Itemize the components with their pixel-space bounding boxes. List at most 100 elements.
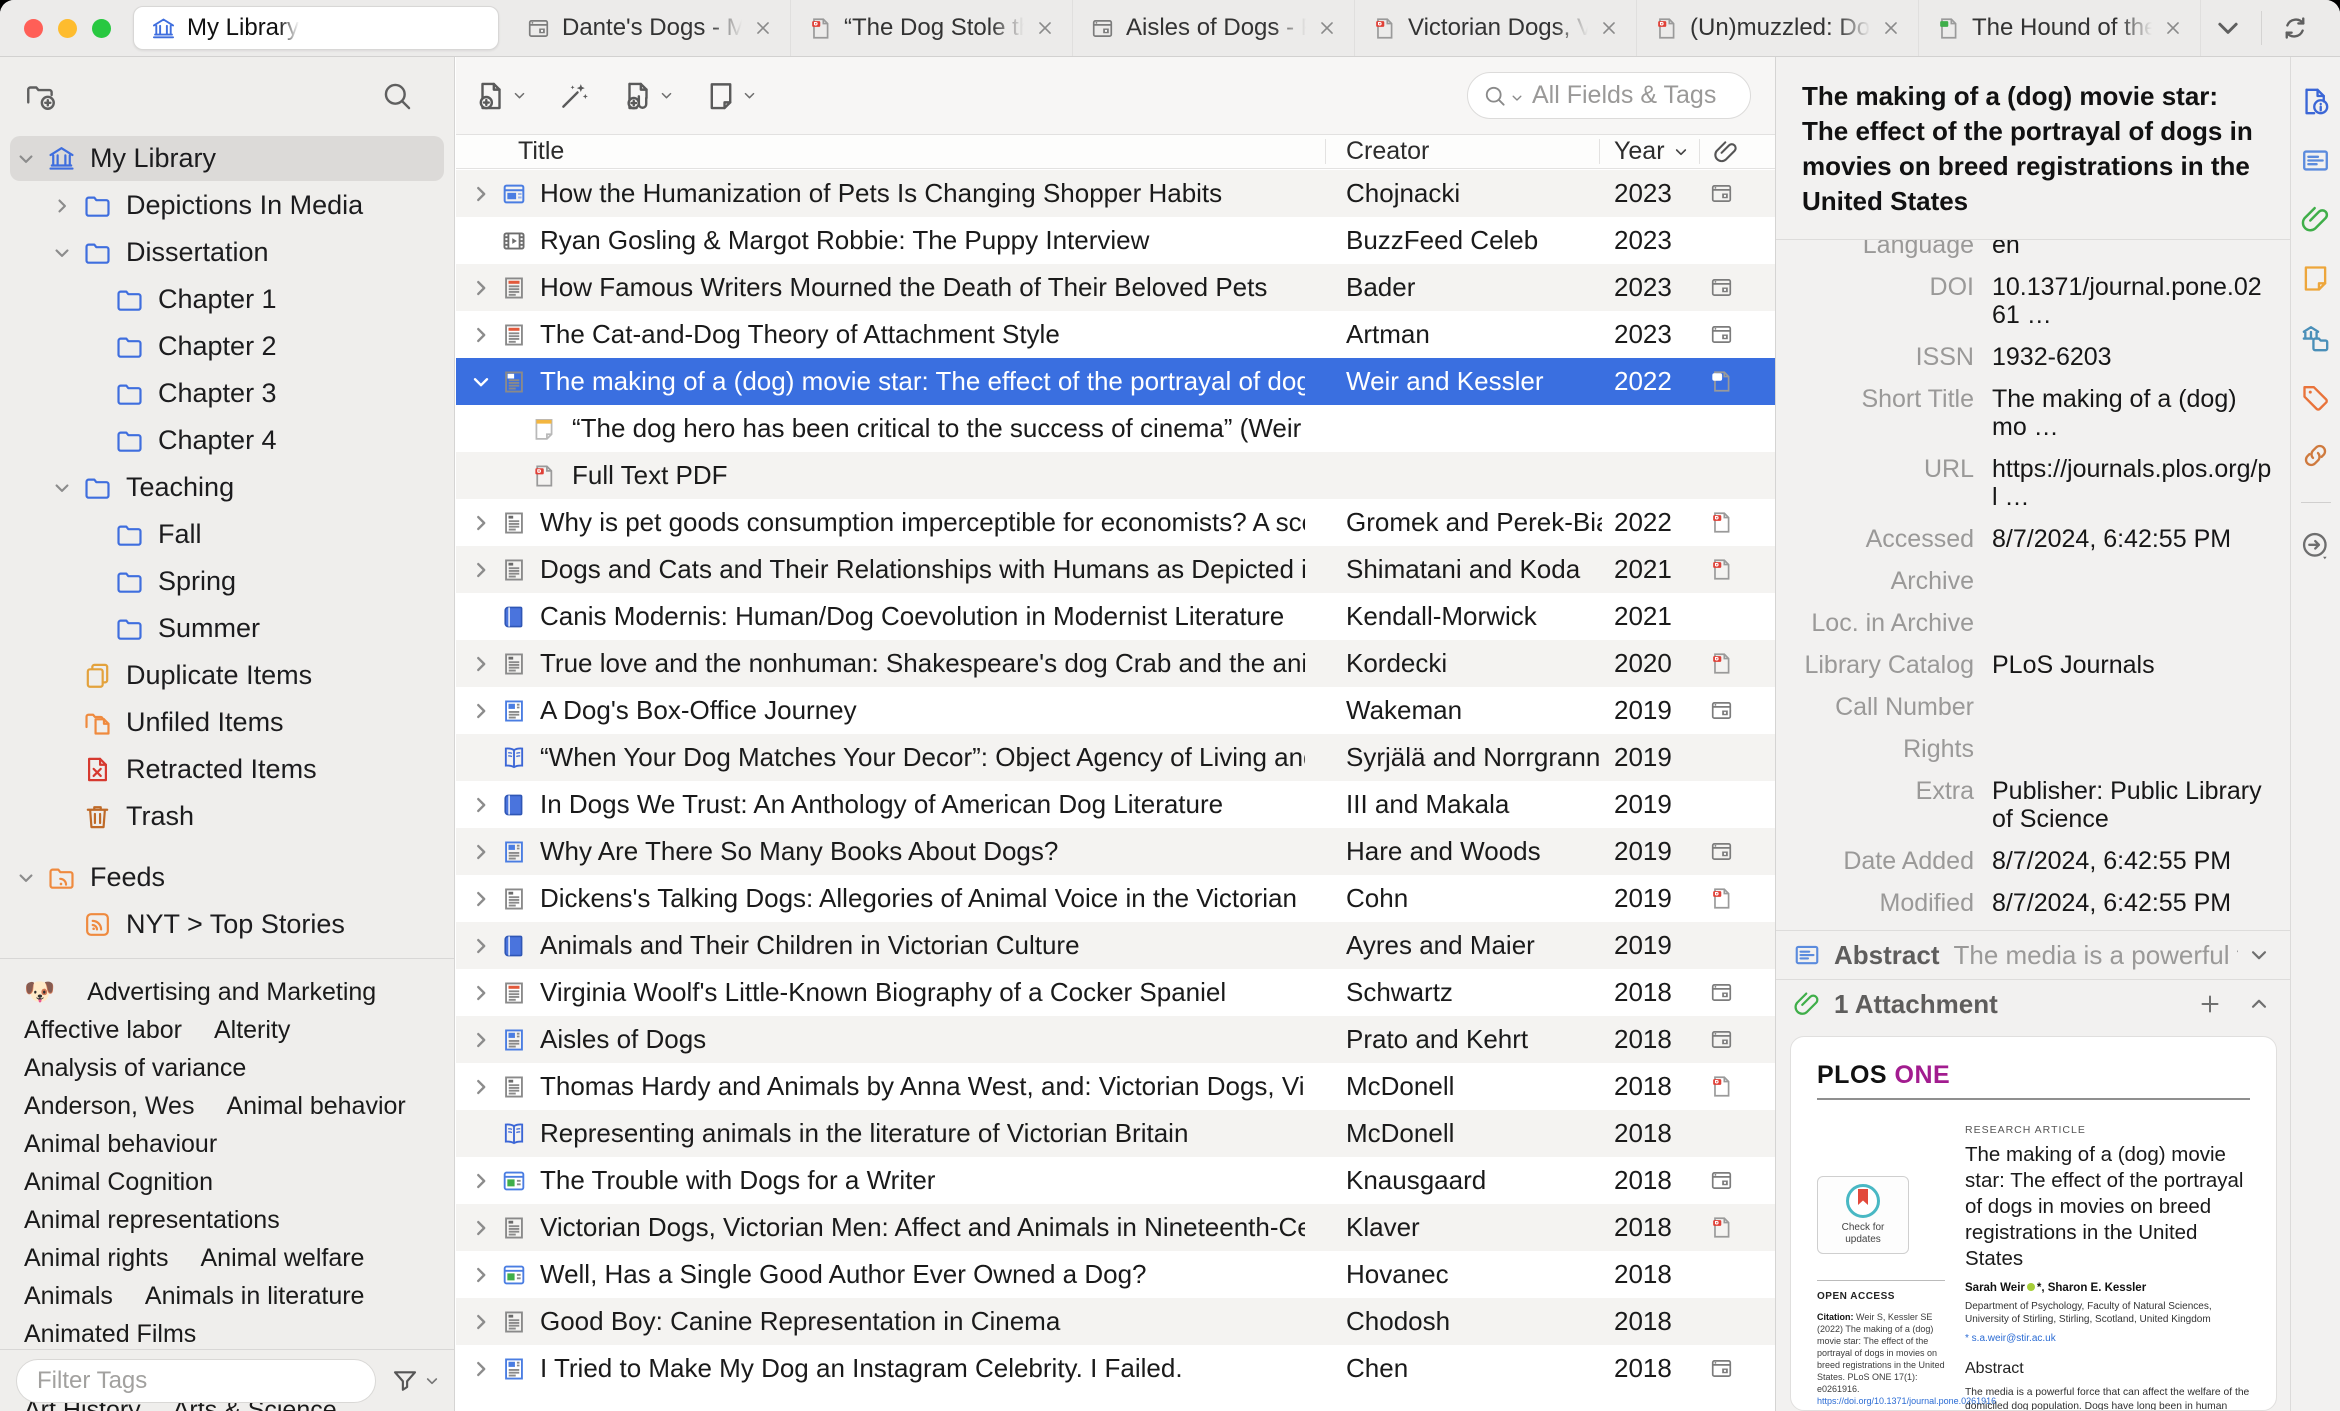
add-by-identifier-button[interactable]	[557, 79, 591, 113]
search-input[interactable]: All Fields & Tags	[1467, 72, 1751, 119]
chevron-right-icon[interactable]	[470, 512, 492, 534]
chevron-up-icon[interactable]	[2248, 993, 2270, 1015]
sidebar-item-trash[interactable]: Trash	[0, 793, 454, 840]
chevron-right-icon[interactable]	[470, 653, 492, 675]
pane-tab-paperclip-icon[interactable]	[2299, 203, 2332, 236]
new-note-button[interactable]	[704, 79, 757, 113]
pane-tab-info-icon[interactable]	[2299, 85, 2332, 118]
field-row-loc-in-archive[interactable]: Loc. in Archive	[1776, 602, 2290, 644]
table-row[interactable]: I Tried to Make My Dog an Instagram Cele…	[456, 1345, 1775, 1392]
column-header-year[interactable]: Year	[1614, 137, 1689, 166]
field-value[interactable]	[1992, 735, 2272, 763]
table-row[interactable]: How the Humanization of Pets Is Changing…	[456, 170, 1775, 217]
field-value[interactable]: The making of a (dog) mo …	[1992, 385, 2272, 441]
close-icon[interactable]	[1316, 17, 1338, 39]
minimize-window-button[interactable]	[58, 18, 77, 38]
collection-search-icon[interactable]	[380, 79, 414, 113]
pane-tab-related-icon[interactable]	[2299, 439, 2332, 472]
child-row[interactable]: Full Text PDF	[456, 452, 1775, 499]
sidebar-item-chapter-4[interactable]: Chapter 4	[0, 417, 454, 464]
zoom-window-button[interactable]	[92, 18, 111, 38]
close-icon[interactable]	[1034, 17, 1056, 39]
tag-item[interactable]: Advertising and Marketing	[87, 975, 376, 1009]
sidebar-item-chapter-1[interactable]: Chapter 1	[0, 276, 454, 323]
field-row-rights[interactable]: Rights	[1776, 728, 2290, 770]
chevron-right-icon[interactable]	[470, 935, 492, 957]
table-row[interactable]: Aisles of Dogs Prato and Kehrt 2018	[456, 1016, 1775, 1063]
chevron-right-icon[interactable]	[470, 1358, 492, 1380]
chevron-right-icon[interactable]	[470, 183, 492, 205]
chevron-right-icon[interactable]	[470, 1311, 492, 1333]
table-row[interactable]: Good Boy: Canine Representation in Cinem…	[456, 1298, 1775, 1345]
tag-item[interactable]: Affective labor	[24, 1013, 182, 1047]
new-collection-icon[interactable]	[24, 79, 58, 113]
sidebar-item-retracted-items[interactable]: Retracted Items	[0, 746, 454, 793]
sidebar-item-duplicate-items[interactable]: Duplicate Items	[0, 652, 454, 699]
field-value[interactable]: 8/7/2024, 6:42:55 PM	[1992, 889, 2272, 917]
field-row-extra[interactable]: Extra Publisher: Public Library of Scienc…	[1776, 770, 2290, 840]
tag-item[interactable]: Analysis of variance	[24, 1051, 246, 1085]
tab-my-library[interactable]: My Library	[133, 6, 499, 50]
chevron-down-icon[interactable]	[16, 866, 46, 890]
field-row-accessed[interactable]: Accessed 8/7/2024, 6:42:55 PM	[1776, 518, 2290, 560]
chevron-down-icon[interactable]	[52, 241, 82, 265]
sidebar-item-depictions-in-media[interactable]: Depictions In Media	[0, 182, 454, 229]
tab-dante-s-dogs-man[interactable]: Dante's Dogs - Man	[509, 0, 791, 56]
close-icon[interactable]	[1880, 17, 1902, 39]
tag-item[interactable]: Animal Cognition	[24, 1165, 213, 1199]
chevron-right-icon[interactable]	[470, 888, 492, 910]
tab-the-hound-of-the-ba[interactable]: The Hound of the Ba	[1919, 0, 2201, 56]
tag-item[interactable]: Animal rights	[24, 1241, 169, 1275]
column-separator[interactable]	[1699, 139, 1700, 164]
attachments-section[interactable]: 1 Attachment	[1776, 980, 2290, 1028]
field-row-url[interactable]: URL https://journals.plos.org/pl …	[1776, 448, 2290, 518]
table-row[interactable]: True love and the nonhuman: Shakespeare'…	[456, 640, 1775, 687]
field-row-short-title[interactable]: Short Title The making of a (dog) mo …	[1776, 378, 2290, 448]
new-attachment-button[interactable]	[621, 79, 674, 113]
field-row-library-catalog[interactable]: Library Catalog PLoS Journals	[1776, 644, 2290, 686]
tag-item[interactable]: Animal representations	[24, 1203, 280, 1237]
chevron-right-icon[interactable]	[470, 1264, 492, 1286]
add-attachment-icon[interactable]	[2198, 992, 2222, 1016]
field-row-language[interactable]: Language en	[1776, 240, 2290, 266]
column-header-title[interactable]: Title	[518, 137, 564, 166]
tag-item[interactable]: Animals in literature	[145, 1279, 365, 1313]
chevron-right-icon[interactable]	[470, 324, 492, 346]
chevron-down-icon[interactable]	[470, 371, 492, 393]
tag-item[interactable]: Animals	[24, 1279, 113, 1313]
chevron-right-icon[interactable]	[470, 1170, 492, 1192]
table-row[interactable]: Animals and Their Children in Victorian …	[456, 922, 1775, 969]
new-item-button[interactable]	[474, 79, 527, 113]
column-header-attachment-paperclip-icon[interactable]	[1712, 138, 1740, 166]
table-row[interactable]: Virginia Woolf's Little-Known Biography …	[456, 969, 1775, 1016]
tab-list-chevron-button[interactable]	[2213, 13, 2243, 43]
tag-item[interactable]: Animal welfare	[201, 1241, 365, 1275]
field-value[interactable]: 1932-6203	[1992, 343, 2272, 371]
table-row[interactable]: Representing animals in the literature o…	[456, 1110, 1775, 1157]
table-row[interactable]: Well, Has a Single Good Author Ever Owne…	[456, 1251, 1775, 1298]
sidebar-item-spring[interactable]: Spring	[0, 558, 454, 605]
table-row[interactable]: How Famous Writers Mourned the Death of …	[456, 264, 1775, 311]
tab-the-dog-stole-the-p[interactable]: “The Dog Stole the P	[791, 0, 1073, 56]
column-header-creator[interactable]: Creator	[1346, 137, 1429, 166]
column-separator[interactable]	[1325, 139, 1326, 164]
close-icon[interactable]	[2162, 17, 2184, 39]
close-icon[interactable]	[752, 17, 774, 39]
sidebar-item-fall[interactable]: Fall	[0, 511, 454, 558]
field-value[interactable]: 8/7/2024, 6:42:55 PM	[1992, 847, 2272, 875]
tag-filter-chevron-icon[interactable]	[424, 1373, 440, 1389]
chevron-right-icon[interactable]	[470, 700, 492, 722]
table-row[interactable]: The Cat-and-Dog Theory of Attachment Sty…	[456, 311, 1775, 358]
close-window-button[interactable]	[24, 18, 43, 38]
chevron-down-icon[interactable]	[16, 147, 46, 171]
filter-tags-input[interactable]	[16, 1358, 376, 1403]
field-row-issn[interactable]: ISSN 1932-6203	[1776, 336, 2290, 378]
table-row[interactable]: Canis Modernis: Human/Dog Coevolution in…	[456, 593, 1775, 640]
table-row[interactable]: A Dog's Box-Office Journey Wakeman 2019	[456, 687, 1775, 734]
table-row[interactable]: The making of a (dog) movie star: The ef…	[456, 358, 1775, 405]
field-value[interactable]: PLoS Journals	[1992, 651, 2272, 679]
tab-victorian-dogs-vict[interactable]: Victorian Dogs, Vict	[1355, 0, 1637, 56]
field-row-archive[interactable]: Archive	[1776, 560, 2290, 602]
field-value[interactable]: en	[1992, 240, 2272, 259]
chevron-right-icon[interactable]	[470, 841, 492, 863]
